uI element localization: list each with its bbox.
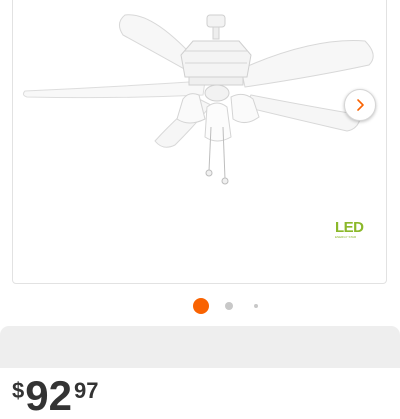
carousel-indicators [0,296,400,316]
price-cents: 97 [73,378,99,403]
next-image-button[interactable] [344,89,376,121]
carousel-dot-1[interactable] [193,298,209,314]
led-badge: LED ENERGY STAR [335,219,375,241]
price-currency: $ [12,378,25,403]
led-sublabel: ENERGY STAR [335,235,357,239]
chevron-right-icon [357,99,364,111]
section-divider [0,326,400,368]
led-label: LED [335,219,364,236]
ceiling-fan-image[interactable] [13,0,387,284]
carousel-dot-2[interactable] [225,302,233,310]
product-price: $9297 [12,375,99,417]
price-dollars: 92 [25,372,72,419]
carousel-dot-3[interactable] [254,304,258,308]
product-image-card: LED ENERGY STAR [12,0,387,284]
